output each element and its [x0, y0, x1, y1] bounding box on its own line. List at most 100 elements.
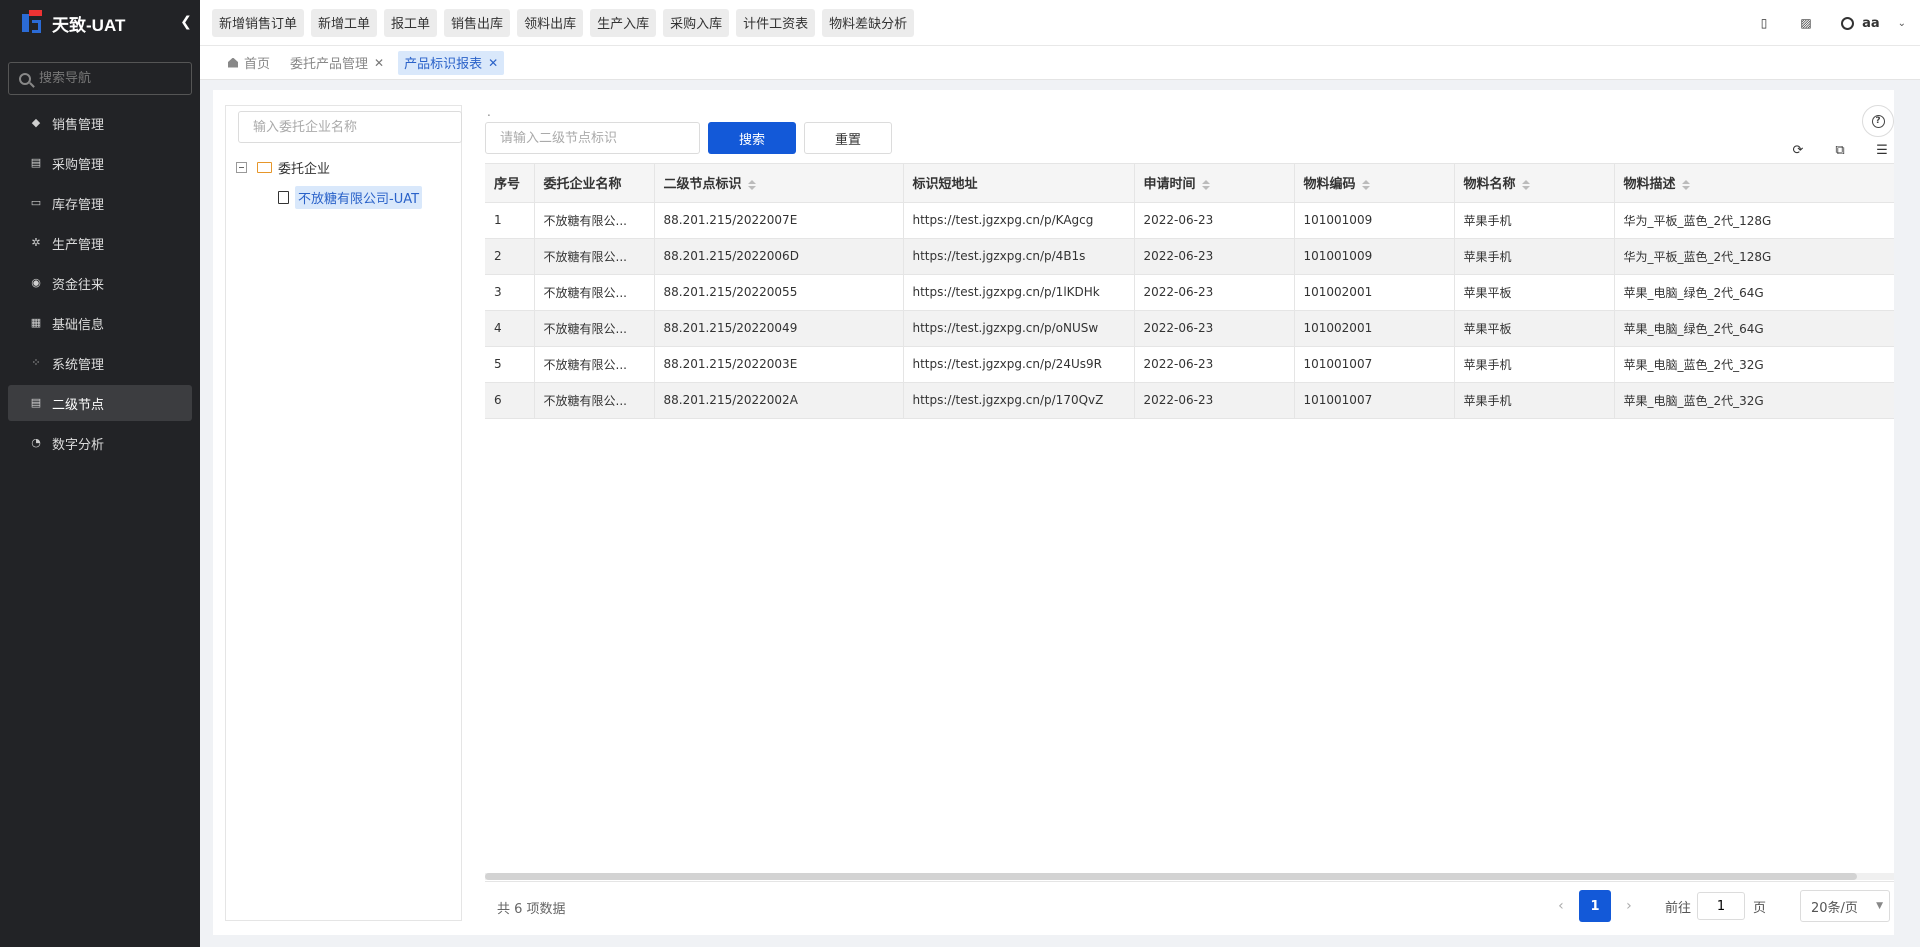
mobile-icon[interactable]: ▯ — [1757, 16, 1771, 30]
column-header[interactable]: 二级节点标识 — [654, 164, 904, 203]
table-cell: 苹果_电脑_绿色_2代_64G — [1614, 274, 1894, 311]
table-cell: 2022-06-23 — [1134, 202, 1295, 239]
table-cell: 苹果手机 — [1454, 238, 1615, 275]
column-header-label: 标识短地址 — [912, 177, 978, 193]
search-icon — [19, 72, 31, 85]
sort-icon[interactable] — [1521, 179, 1530, 190]
nav-search[interactable] — [8, 62, 192, 95]
page-number[interactable]: 1 — [1578, 890, 1611, 922]
column-settings-icon[interactable]: ☰ — [1874, 143, 1890, 159]
sidebar-item-label: 资金往来 — [52, 277, 105, 293]
table-cell: 2 — [485, 238, 535, 275]
table-cell: 不放糖有限公... — [534, 238, 655, 275]
sort-icon[interactable] — [747, 179, 756, 190]
nav-search-input[interactable] — [39, 71, 179, 86]
sidebar-item-2[interactable]: ▤ 采购管理 — [8, 145, 192, 181]
table-cell: 苹果手机 — [1454, 346, 1615, 383]
quick-button[interactable]: 计件工资表 — [736, 8, 816, 37]
table-cell: 不放糖有限公... — [534, 274, 655, 311]
page-size-select[interactable]: 20条/页 ▼ — [1800, 890, 1890, 922]
tabs-bar: 首页 委托产品管理 ✕ 产品标识报表 ✕ — [200, 46, 1920, 80]
table-cell: https://test.jgzxpg.cn/p/1lKDHk — [903, 274, 1135, 311]
node-doc-icon: ▤ — [30, 396, 42, 409]
close-icon[interactable]: ✕ — [374, 56, 384, 70]
quick-button[interactable]: 新增销售订单 — [212, 8, 305, 37]
tab-product-id-report[interactable]: 产品标识报表 ✕ — [398, 50, 505, 75]
node-id-search-input[interactable] — [485, 122, 700, 154]
table-cell: 101001007 — [1294, 346, 1455, 383]
chevron-left-icon[interactable]: ❮ — [178, 14, 194, 30]
sidebar-item-9[interactable]: ◔ 数字分析 — [8, 425, 192, 461]
sort-icon[interactable] — [1201, 179, 1210, 190]
quick-button[interactable]: 新增工单 — [311, 8, 378, 37]
quick-button[interactable]: 采购入库 — [663, 8, 730, 37]
column-header[interactable]: 物料描述 — [1614, 164, 1894, 203]
tab-home[interactable]: 首页 — [222, 51, 276, 75]
table-cell: 1 — [485, 202, 535, 239]
prev-page-icon[interactable]: ‹ — [1551, 898, 1571, 914]
sidebar-item-1[interactable]: ◆ 销售管理 — [8, 105, 192, 141]
density-icon[interactable]: ⧉ — [1832, 143, 1848, 159]
sidebar-item-5[interactable]: ◉ 资金往来 — [8, 265, 192, 301]
pie-chart-icon: ◔ — [31, 436, 41, 449]
table-row[interactable]: 5 不放糖有限公... 88.201.215/2022003E https://tes… — [485, 346, 1894, 383]
table-cell: 6 — [485, 382, 535, 419]
tab-label: 委托产品管理 — [290, 57, 369, 72]
column-header-label: 申请时间 — [1143, 177, 1196, 193]
chevron-down-icon[interactable]: ⌄ — [1898, 18, 1906, 29]
goto-page: 前往 页 — [1665, 892, 1766, 920]
table-cell: 88.201.215/20220055 — [654, 274, 904, 311]
table-footer: 共 6 项数据 ‹ 1 › 前往 页 20条/页 ▼ — [485, 881, 1894, 922]
table-row[interactable]: 6 不放糖有限公... 88.201.215/2022002A https://tes… — [485, 382, 1894, 419]
sidebar-item-7[interactable]: ⁘ 系统管理 — [8, 345, 192, 381]
quick-button[interactable]: 物料差缺分析 — [822, 8, 915, 37]
tree-node-child[interactable]: 不放糖有限公司-UAT — [278, 186, 423, 209]
table-cell: 101002001 — [1294, 274, 1455, 311]
goto-page-input[interactable] — [1696, 892, 1745, 920]
main-panel: 委托企业 不放糖有限公司-UAT . 搜索 重置 ? ⟳ ⧉ ☰ 序号 委托企业名… — [213, 90, 1894, 935]
quick-button[interactable]: 销售出库 — [444, 8, 511, 37]
horizontal-scrollbar[interactable] — [485, 873, 1857, 880]
tab-label: 产品标识报表 — [404, 57, 483, 72]
table-row[interactable]: 3 不放糖有限公... 88.201.215/20220055 https://tes… — [485, 274, 1894, 311]
tree-search-input[interactable] — [238, 111, 462, 143]
table-cell: 88.201.215/2022003E — [654, 346, 904, 383]
table-cell: 苹果手机 — [1454, 202, 1615, 239]
sidebar-item-4[interactable]: ✲ 生产管理 — [8, 225, 192, 261]
sidebar-item-3[interactable]: ▭ 库存管理 — [8, 185, 192, 221]
table-row[interactable]: 4 不放糖有限公... 88.201.215/20220049 https://tes… — [485, 310, 1894, 347]
next-page-icon[interactable]: › — [1619, 898, 1639, 914]
reset-button[interactable]: 重置 — [804, 122, 892, 154]
table-row[interactable]: 1 不放糖有限公... 88.201.215/2022007E https://tes… — [485, 202, 1894, 239]
user-name: aa — [1862, 15, 1880, 31]
quick-button[interactable]: 报工单 — [384, 8, 438, 37]
refresh-icon[interactable]: ⟳ — [1790, 143, 1806, 159]
sort-icon[interactable] — [1681, 179, 1690, 190]
sidebar-item-6[interactable]: ▦ 基础信息 — [8, 305, 192, 341]
search-button[interactable]: 搜索 — [708, 122, 796, 154]
help-button[interactable]: ? — [1862, 105, 1894, 137]
sidebar-item-8[interactable]: ▤ 二级节点 — [8, 385, 192, 421]
sidebar-item-label: 采购管理 — [52, 157, 105, 173]
tab-entrusted-products[interactable]: 委托产品管理 ✕ — [284, 51, 390, 75]
table-cell: 2022-06-23 — [1134, 310, 1295, 347]
sidebar-item-label: 库存管理 — [52, 197, 105, 213]
column-header[interactable]: 物料名称 — [1454, 164, 1615, 203]
table-cell: 不放糖有限公... — [534, 382, 655, 419]
table-cell: 2022-06-23 — [1134, 382, 1295, 419]
table-cell: 苹果_电脑_蓝色_2代_32G — [1614, 382, 1894, 419]
quick-button[interactable]: 领料出库 — [517, 8, 584, 37]
column-header[interactable]: 申请时间 — [1134, 164, 1295, 203]
table-cell: 2022-06-23 — [1134, 238, 1295, 275]
quick-button[interactable]: 生产入库 — [590, 8, 657, 37]
close-icon[interactable]: ✕ — [488, 56, 498, 70]
topbar: 新增销售订单 新增工单 报工单 销售出库 领料出库 生产入库 采购入库 计件工资表 物料差缺分析… — [200, 0, 1920, 46]
user-menu[interactable]: aa ⌄ — [1841, 16, 1906, 31]
column-header[interactable]: 物料编码 — [1294, 164, 1455, 203]
column-header-label: 委托企业名称 — [543, 177, 622, 193]
chart-icon[interactable]: ▨ — [1799, 16, 1813, 30]
sort-icon[interactable] — [1361, 179, 1370, 190]
table-row[interactable]: 2 不放糖有限公... 88.201.215/2022006D https://tes… — [485, 238, 1894, 275]
collapse-icon[interactable] — [236, 162, 247, 173]
tree-node-root[interactable]: 委托企业 — [236, 158, 330, 177]
